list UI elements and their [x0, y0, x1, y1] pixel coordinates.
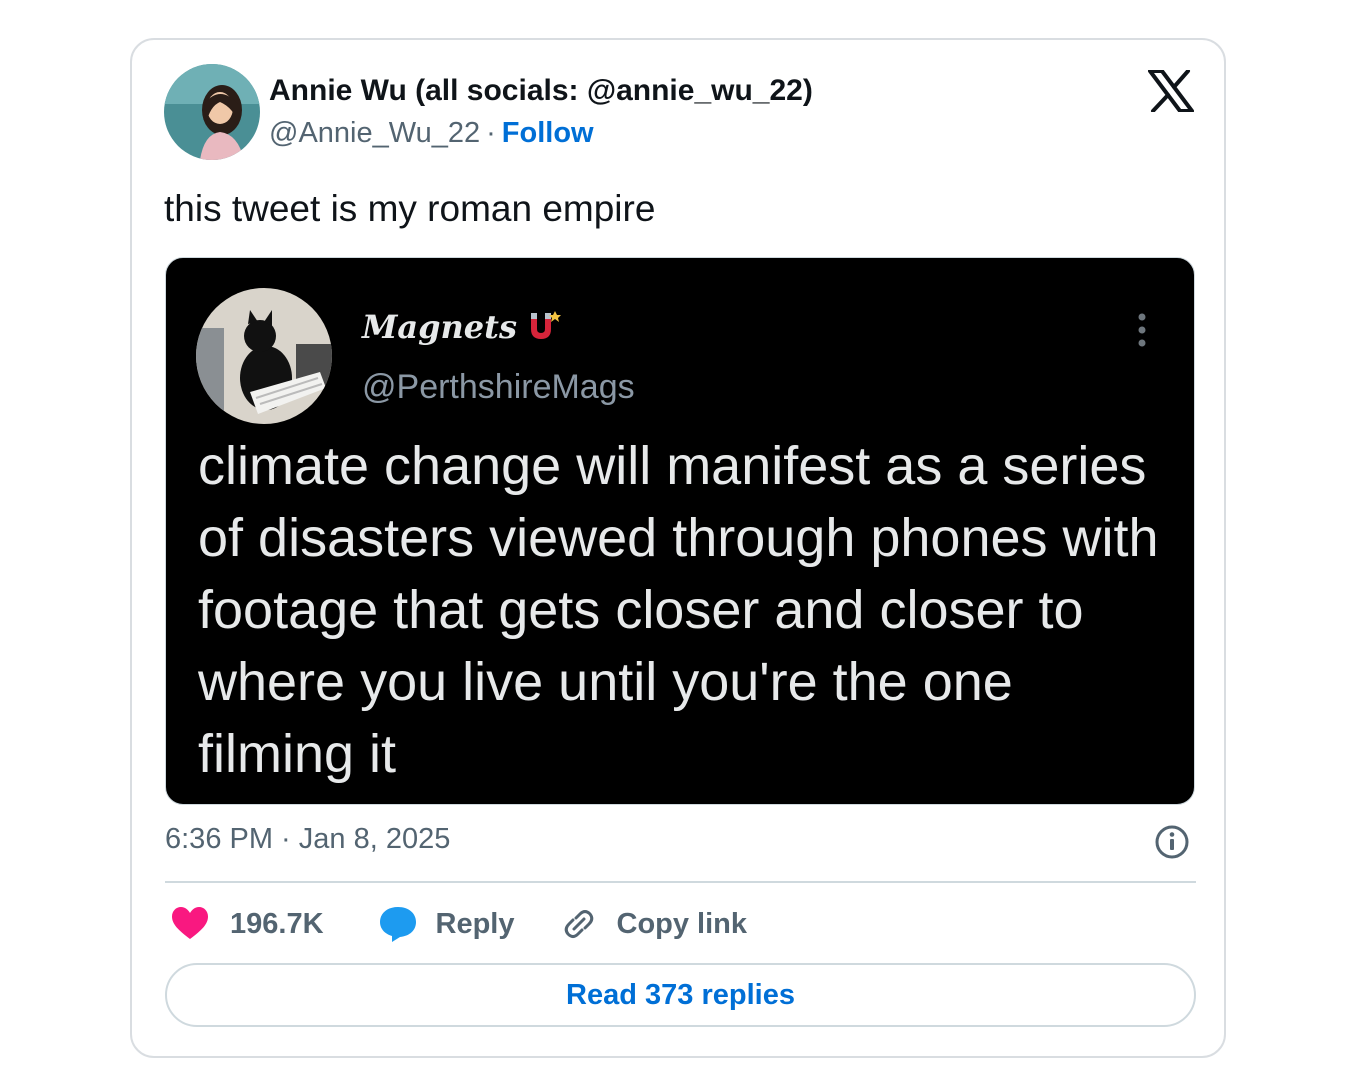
- divider: [165, 881, 1196, 883]
- quoted-author-handle: @PerthshireMags: [362, 368, 635, 406]
- like-count: 196.7K: [230, 907, 324, 940]
- quoted-avatar: [196, 288, 332, 424]
- author-handle[interactable]: @Annie_Wu_22: [269, 117, 480, 149]
- info-icon[interactable]: [1154, 824, 1190, 860]
- x-logo-icon[interactable]: [1148, 69, 1194, 113]
- heart-icon: [170, 904, 210, 944]
- copy-link-label: Copy link: [616, 907, 748, 940]
- author-avatar[interactable]: [164, 64, 260, 160]
- copy-link-button[interactable]: Copy link: [559, 904, 748, 944]
- action-bar: 196.7K Reply Copy link: [170, 904, 747, 944]
- author-meta: @Annie_Wu_22 · Follow: [269, 117, 594, 150]
- quoted-author-name: Magnets: [362, 308, 563, 351]
- magnet-icon: [525, 309, 563, 351]
- like-button[interactable]: 196.7K: [170, 904, 324, 944]
- reply-button[interactable]: Reply: [378, 904, 515, 944]
- link-icon: [559, 904, 599, 944]
- tweet-timestamp[interactable]: 6:36 PM · Jan 8, 2025: [165, 823, 450, 856]
- speech-bubble-icon: [378, 904, 418, 944]
- embedded-tweet-card: Annie Wu (all socials: @annie_wu_22) @An…: [130, 38, 1226, 1058]
- reply-label: Reply: [435, 907, 515, 940]
- quoted-tweet-text: climate change will manifest as a series…: [198, 436, 1159, 784]
- tweet-text: this tweet is my roman empire: [164, 188, 656, 229]
- quoted-author-name-text: Magnets: [362, 308, 517, 346]
- meta-separator: ·: [486, 117, 496, 149]
- read-replies-button[interactable]: Read 373 replies: [165, 963, 1196, 1027]
- vertical-ellipsis-icon: [1136, 312, 1148, 348]
- tweet-media-screenshot[interactable]: Magnets @PerthshireMags climate change w…: [165, 257, 1195, 805]
- follow-button[interactable]: Follow: [502, 117, 594, 149]
- author-name[interactable]: Annie Wu (all socials: @annie_wu_22): [269, 74, 813, 108]
